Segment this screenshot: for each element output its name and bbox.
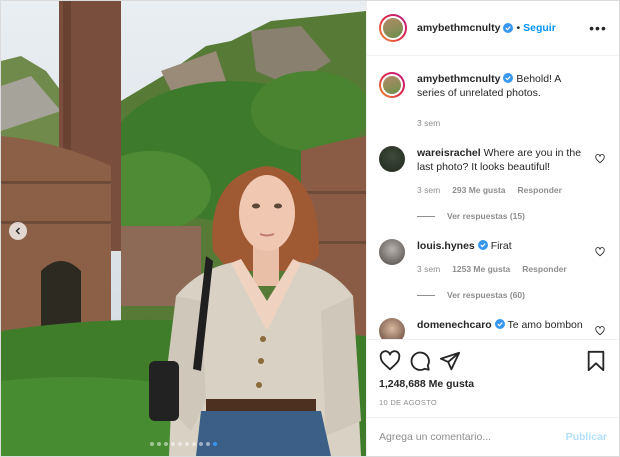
comment-username[interactable]: domenechcaro: [417, 319, 492, 331]
bookmark-icon[interactable]: [585, 350, 607, 372]
carousel-dot: [192, 442, 196, 446]
carousel-dot: [199, 442, 203, 446]
author-avatar[interactable]: [379, 72, 405, 98]
verified-badge-icon: [494, 319, 505, 329]
comment-item: louis.hynes Firat 3 sem 1253 Me gusta Re…: [379, 239, 607, 276]
comment-like-heart-icon[interactable]: [595, 247, 605, 257]
comment-body: louis.hynes Firat 3 sem 1253 Me gusta Re…: [417, 239, 607, 276]
replies-divider: [417, 294, 435, 296]
caption-username[interactable]: amybethmcnulty: [417, 73, 500, 85]
comment-composer: Publicar: [367, 417, 619, 456]
comment-body: wareisrachel Where are you in the last p…: [417, 146, 607, 197]
comment-time[interactable]: 3 sem: [417, 183, 440, 197]
replies-divider: [417, 215, 435, 217]
carousel-dot: [213, 442, 217, 446]
view-replies-label: Ver respuestas (60): [447, 290, 525, 300]
verified-badge-icon: [503, 23, 514, 33]
carousel-dot: [206, 442, 210, 446]
post-date[interactable]: 10 DE AGOSTO: [379, 398, 607, 407]
comment-body: domenechcaro Te amo bombon: [417, 318, 607, 339]
carousel-dot: [150, 442, 154, 446]
carousel-dot: [178, 442, 182, 446]
post-modal: amybethmcnulty • Seguir ••• amybethmcnul…: [0, 0, 620, 457]
carousel-dot: [164, 442, 168, 446]
commenter-avatar[interactable]: [379, 146, 405, 172]
post-header: amybethmcnulty • Seguir •••: [367, 1, 619, 56]
comment-icon[interactable]: [409, 350, 431, 372]
verified-badge-icon: [477, 240, 488, 250]
view-replies-label: Ver respuestas (15): [447, 211, 525, 221]
comment-item: domenechcaro Te amo bombon: [379, 318, 607, 339]
comment-text: Te amo bombon: [507, 319, 583, 331]
reply-button[interactable]: Responder: [522, 262, 566, 276]
view-replies-button[interactable]: Ver respuestas (15): [417, 211, 607, 221]
comment-username[interactable]: louis.hynes: [417, 240, 475, 252]
comment-likes[interactable]: 293 Me gusta: [452, 183, 505, 197]
author-avatar[interactable]: [379, 14, 407, 42]
publish-button[interactable]: Publicar: [566, 431, 607, 443]
separator-dot: •: [516, 22, 521, 34]
carousel-prev-button[interactable]: [9, 222, 27, 240]
follow-button[interactable]: Seguir: [523, 22, 556, 34]
action-icons-row: [379, 348, 607, 374]
comment-time[interactable]: 3 sem: [417, 262, 440, 276]
carousel-indicator: [1, 442, 366, 446]
more-options-button[interactable]: •••: [589, 20, 607, 36]
commenter-avatar[interactable]: [379, 239, 405, 265]
carousel-dot: [185, 442, 189, 446]
comment-meta: 3 sem 293 Me gusta Responder: [417, 183, 587, 197]
header-user: amybethmcnulty • Seguir: [417, 22, 589, 34]
comment-like-heart-icon[interactable]: [595, 154, 605, 164]
photo-scene: [1, 1, 366, 456]
comment-item: wareisrachel Where are you in the last p…: [379, 146, 607, 197]
comment-meta: 3 sem 1253 Me gusta Responder: [417, 262, 587, 276]
heart-icon[interactable]: [379, 350, 401, 372]
author-username[interactable]: amybethmcnulty: [417, 22, 500, 34]
comment-text: Firat: [490, 240, 512, 252]
comment-likes[interactable]: 1253 Me gusta: [452, 262, 510, 276]
comments-list[interactable]: amybethmcnulty Behold! A series of unrel…: [367, 56, 619, 339]
comment-username[interactable]: wareisrachel: [417, 147, 481, 159]
comment-input[interactable]: [379, 431, 566, 443]
reply-button[interactable]: Responder: [518, 183, 562, 197]
comment-like-heart-icon[interactable]: [595, 326, 605, 336]
post-side-panel: amybethmcnulty • Seguir ••• amybethmcnul…: [366, 1, 619, 456]
carousel-dot: [157, 442, 161, 446]
post-actions: 1,248,688 Me gusta 10 DE AGOSTO: [367, 339, 619, 417]
commenter-avatar[interactable]: [379, 318, 405, 339]
verified-badge-icon: [503, 73, 514, 83]
likes-count[interactable]: 1,248,688 Me gusta: [379, 378, 607, 390]
post-photo[interactable]: [1, 1, 366, 456]
caption-meta: 3 sem: [417, 116, 587, 130]
view-replies-button[interactable]: Ver respuestas (60): [417, 290, 607, 300]
chevron-left-icon: [15, 227, 20, 235]
caption-time[interactable]: 3 sem: [417, 116, 440, 130]
share-icon[interactable]: [439, 350, 461, 372]
caption-body: amybethmcnulty Behold! A series of unrel…: [417, 72, 607, 130]
carousel-dot: [171, 442, 175, 446]
caption: amybethmcnulty Behold! A series of unrel…: [379, 72, 607, 130]
